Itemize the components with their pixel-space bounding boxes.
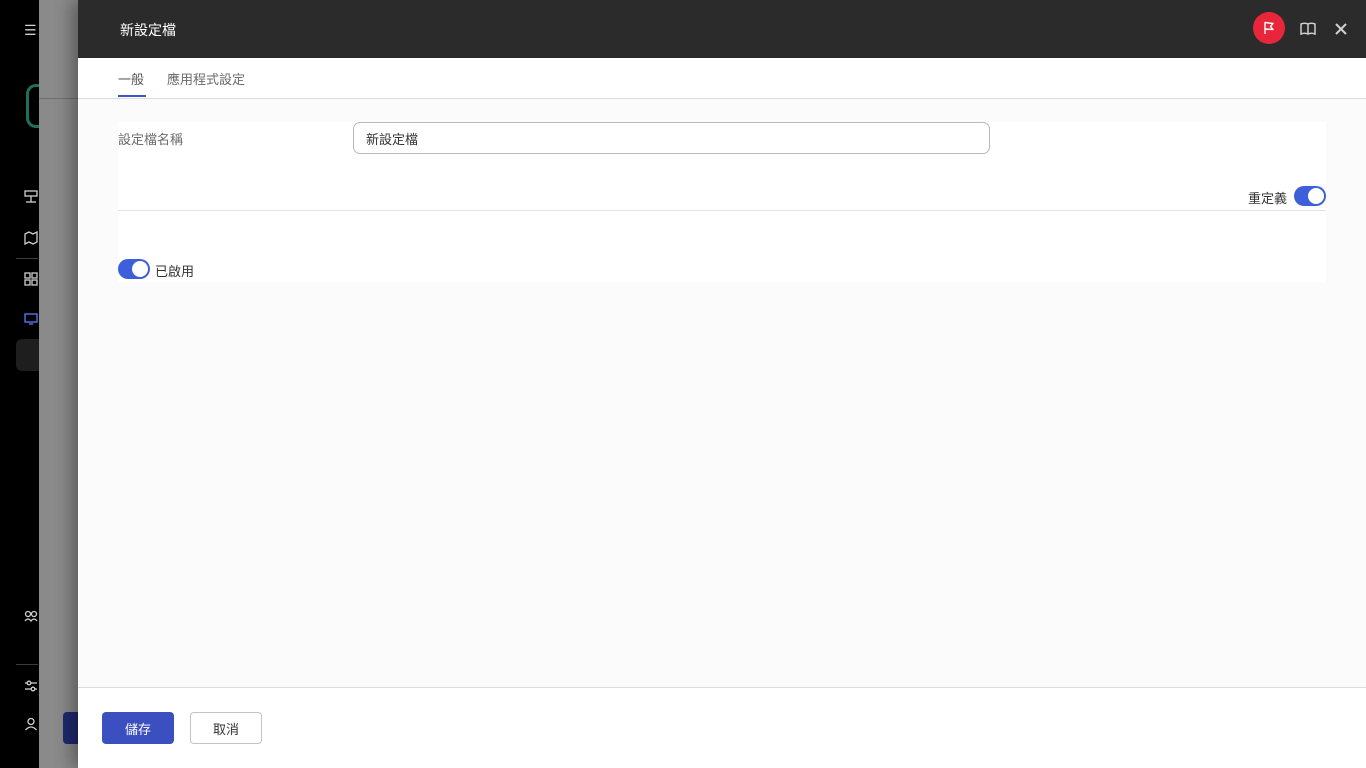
menu-icon: ☰ — [24, 23, 37, 39]
monitor-icon — [24, 312, 38, 329]
cancel-button[interactable]: 取消 — [190, 712, 262, 744]
profile-name-label: 設定檔名稱 — [118, 133, 184, 148]
profile-drawer: 新設定檔 一般 應用程式設定 設定檔名稱 重定義 已啟用 儲存 取消 — [78, 0, 1366, 768]
drawer-header: 新設定檔 — [78, 0, 1366, 58]
save-button[interactable]: 儲存 — [102, 712, 174, 744]
tab-app-settings[interactable]: 應用程式設定 — [167, 69, 245, 88]
sidebar-selected-item — [16, 339, 39, 371]
sidebar-divider — [16, 664, 38, 665]
general-form: 設定檔名稱 重定義 已啟用 — [118, 122, 1326, 282]
settings-sliders-icon — [24, 679, 38, 696]
toggle-knob — [1308, 188, 1324, 204]
drawer-title: 新設定檔 — [120, 23, 176, 39]
close-icon[interactable] — [1331, 19, 1351, 39]
override-toggle[interactable] — [1294, 186, 1326, 206]
apps-icon — [24, 272, 38, 289]
flag-icon[interactable] — [1253, 12, 1285, 44]
tab-bar: 一般 應用程式設定 — [78, 58, 1366, 99]
network-icon — [24, 190, 38, 207]
form-divider — [118, 210, 1326, 211]
users-icon — [24, 609, 38, 626]
profile-name-input[interactable] — [353, 122, 990, 154]
tab-general[interactable]: 一般 — [118, 69, 144, 88]
override-label: 重定義 — [1248, 192, 1288, 207]
sidebar-divider — [16, 258, 38, 259]
user-icon — [24, 717, 38, 734]
map-icon — [24, 230, 38, 248]
active-tab-indicator — [118, 95, 146, 97]
toggle-knob — [132, 261, 148, 277]
book-icon[interactable] — [1298, 19, 1318, 39]
drawer-footer: 儲存 取消 — [78, 687, 1366, 768]
enabled-label: 已啟用 — [155, 265, 195, 280]
enabled-toggle[interactable] — [118, 259, 150, 279]
